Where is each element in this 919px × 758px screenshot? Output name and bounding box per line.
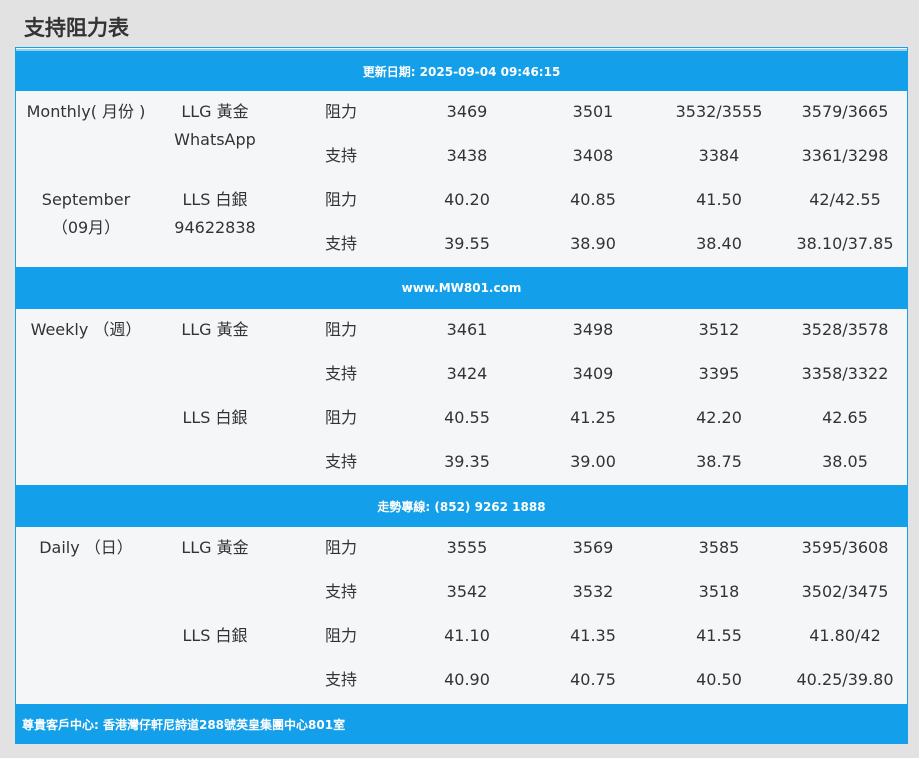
value-cell: 38.10/37.85 xyxy=(796,234,894,253)
weekly-gold-label: LLG 黃金 xyxy=(181,320,249,339)
row-type-resistance: 阻力 xyxy=(324,190,357,209)
value-cell: 39.35 xyxy=(444,452,490,471)
value-cell: 3438 xyxy=(446,146,488,165)
value-cell: 3502/3475 xyxy=(801,582,889,601)
weekly-period-label: Weekly （週） xyxy=(30,320,142,339)
value-cell: 41.80/42 xyxy=(809,626,881,645)
row-type-resistance: 阻力 xyxy=(324,538,357,557)
value-cell: 39.00 xyxy=(570,452,616,471)
value-cell: 42.65 xyxy=(822,408,868,427)
value-cell: 38.75 xyxy=(696,452,742,471)
value-cell: 40.90 xyxy=(444,670,490,689)
value-cell: 41.10 xyxy=(444,626,490,645)
daily-silver-label: LLS 白銀 xyxy=(182,626,248,645)
value-cell: 40.20 xyxy=(444,190,490,209)
row-type-support: 支持 xyxy=(324,582,357,601)
value-cell: 41.50 xyxy=(696,190,742,209)
page-title: 支持阻力表 xyxy=(24,16,129,40)
value-cell: 3501 xyxy=(572,102,614,121)
row-type-resistance: 阻力 xyxy=(324,320,357,339)
row-type-support: 支持 xyxy=(324,670,357,689)
monthly-whatsapp-label: WhatsApp xyxy=(174,130,256,149)
value-cell: 3424 xyxy=(446,364,488,383)
value-cell: 3532 xyxy=(572,582,614,601)
value-cell: 3512 xyxy=(698,320,740,339)
monthly-month-label: September xyxy=(41,190,131,209)
value-cell: 40.85 xyxy=(570,190,616,209)
monthly-silver-label: LLS 白銀 xyxy=(182,190,248,209)
hotline-banner: 走勢專線: (852) 9262 1888 xyxy=(16,485,907,527)
value-cell: 3469 xyxy=(446,102,488,121)
value-cell: 3361/3298 xyxy=(801,146,889,165)
support-resistance-table: 更新日期: 2025-09-04 09:46:15 Monthly( 月份 ) … xyxy=(15,47,908,744)
row-type-support: 支持 xyxy=(324,234,357,253)
website-banner: www.MW801.com xyxy=(16,267,907,309)
value-cell: 3579/3665 xyxy=(801,102,889,121)
row-type-support: 支持 xyxy=(324,452,357,471)
value-cell: 42.20 xyxy=(696,408,742,427)
value-cell: 3518 xyxy=(698,582,740,601)
monthly-month-number: （09月） xyxy=(51,218,121,237)
value-cell: 42/42.55 xyxy=(809,190,881,209)
value-cell: 3461 xyxy=(446,320,488,339)
monthly-gold-label: LLG 黃金 xyxy=(181,102,249,121)
value-cell: 3498 xyxy=(572,320,614,339)
value-cell: 38.40 xyxy=(696,234,742,253)
weekly-silver-label: LLS 白銀 xyxy=(182,408,248,427)
value-cell: 40.50 xyxy=(696,670,742,689)
value-cell: 39.55 xyxy=(444,234,490,253)
row-type-resistance: 阻力 xyxy=(324,408,357,427)
value-cell: 38.90 xyxy=(570,234,616,253)
row-type-support: 支持 xyxy=(324,364,357,383)
value-cell: 3542 xyxy=(446,582,488,601)
value-cell: 3532/3555 xyxy=(675,102,763,121)
value-cell: 38.05 xyxy=(822,452,868,471)
value-cell: 3585 xyxy=(698,538,740,557)
monthly-phone-number: 94622838 xyxy=(174,218,256,237)
daily-gold-label: LLG 黃金 xyxy=(181,538,249,557)
value-cell: 3555 xyxy=(446,538,488,557)
value-cell: 41.55 xyxy=(696,626,742,645)
daily-period-label: Daily （日） xyxy=(39,538,133,557)
value-cell: 40.75 xyxy=(570,670,616,689)
value-cell: 3384 xyxy=(698,146,740,165)
value-cell: 3569 xyxy=(572,538,614,557)
value-cell: 3395 xyxy=(698,364,740,383)
row-type-resistance: 阻力 xyxy=(324,102,357,121)
value-cell: 3409 xyxy=(572,364,614,383)
monthly-period-label: Monthly( 月份 ) xyxy=(26,102,146,121)
address-banner: 尊貴客戶中心: 香港灣仔軒尼詩道288號英皇集團中心801室 xyxy=(16,704,907,744)
value-cell: 40.55 xyxy=(444,408,490,427)
value-cell: 3595/3608 xyxy=(801,538,889,557)
value-cell: 3528/3578 xyxy=(801,320,889,339)
value-cell: 41.25 xyxy=(570,408,616,427)
value-cell: 3408 xyxy=(572,146,614,165)
row-type-support: 支持 xyxy=(324,146,357,165)
value-cell: 41.35 xyxy=(570,626,616,645)
update-date-banner: 更新日期: 2025-09-04 09:46:15 xyxy=(16,49,907,91)
value-cell: 40.25/39.80 xyxy=(796,670,894,689)
row-type-resistance: 阻力 xyxy=(324,626,357,645)
value-cell: 3358/3322 xyxy=(801,364,889,383)
